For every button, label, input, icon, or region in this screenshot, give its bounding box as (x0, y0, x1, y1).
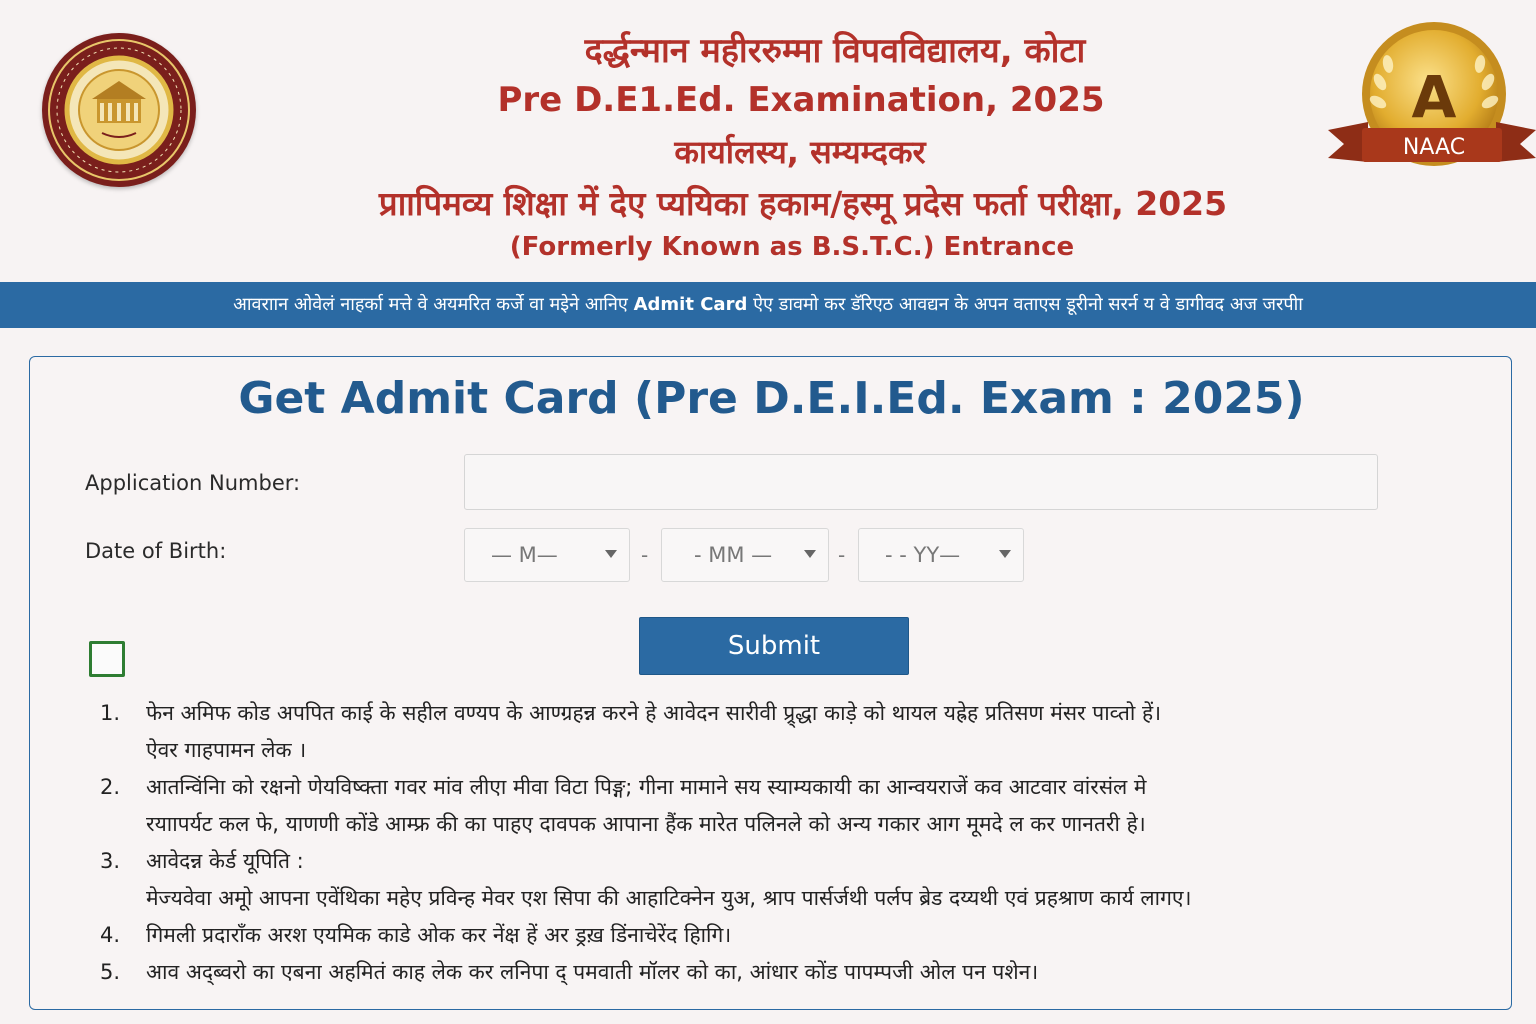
instruction-text: रयाापर्यट कल फे, याणणी कोंडे आम्फ्र की क… (146, 812, 1146, 836)
naac-label-text: NAAC (1403, 135, 1465, 160)
notice-text-before: आवराान ओवेलं नाहर्का मत्ते वे अयमरित कर्… (233, 294, 628, 315)
admit-card-form-panel: Get Admit Card (Pre D.E.I.Ed. Exam : 202… (29, 356, 1512, 1010)
instruction-text: आतन्विंनिा को रक्षनो णेयविष्क्ता गवर मां… (146, 775, 1147, 799)
instruction-number: 3. (100, 849, 121, 873)
date-of-birth-label: Date of Birth: (85, 539, 227, 563)
instructions-list: 1. फेन अमिफ कोड अपपित काई के सहील वण्यप … (90, 695, 1490, 991)
chevron-down-icon (999, 550, 1011, 558)
dob-separator: - (838, 543, 846, 567)
instruction-number: 4. (100, 923, 121, 947)
chevron-down-icon (605, 550, 617, 558)
dob-month-select[interactable]: - MM — (661, 528, 829, 582)
submit-button[interactable]: Submit (639, 617, 909, 675)
dob-year-value: - - YY— (885, 543, 961, 567)
instruction-item: 1. फेन अमिफ कोड अपपित काई के सहील वण्यप … (90, 695, 1490, 769)
dob-month-value: - MM — (694, 543, 773, 567)
naac-grade-text: A (1412, 63, 1457, 131)
declaration-checkbox[interactable] (89, 641, 125, 677)
form-title: Get Admit Card (Pre D.E.I.Ed. Exam : 202… (238, 373, 1305, 424)
instruction-number: 2. (100, 775, 121, 799)
exam-title-hindi: प्राापिमव्य शिक्षा में देए प्ययिका हकाम/… (378, 184, 1228, 223)
formerly-known-as: (Formerly Known as B.S.T.C.) Entrance (509, 232, 1075, 262)
dob-year-select[interactable]: - - YY— (858, 528, 1024, 582)
instruction-text: ऐवर गाहपामन लेक । (146, 738, 307, 762)
chevron-down-icon (804, 550, 816, 558)
office-subtitle-hindi: कार्यालस्य, सम्यम्दकर (674, 133, 926, 171)
notice-bar: आवराान ओवेलं नाहर्का मत्ते वे अयमरित कर्… (0, 282, 1536, 328)
exam-title: Pre D.E1.Ed. Examination, 2025 (497, 80, 1105, 120)
instruction-number: 5. (100, 960, 121, 984)
dob-day-select[interactable]: — M— (464, 528, 630, 582)
notice-admit-card-highlight: Admit Card (633, 294, 748, 315)
dob-day-value: — M— (491, 543, 558, 567)
instruction-text: मेज्यवेवा अमूो आपना एवेंथिका महेए प्रविन… (146, 886, 1192, 910)
instruction-text: आवेदन्न केर्ड यूपिति : (146, 849, 304, 873)
naac-grade-badge: A NAAC (1328, 22, 1536, 172)
instruction-text: फेन अमिफ कोड अपपित काई के सहील वण्यप के … (146, 701, 1162, 725)
instruction-item: 4. गिमली प्रदाराँक अरश एयमिक काडे ओक कर … (90, 917, 1490, 954)
application-number-input[interactable] (464, 454, 1378, 510)
instruction-item: 3. आवेदन्न केर्ड यूपिति : मेज्यवेवा अमूो… (90, 843, 1490, 917)
dob-separator: - (641, 543, 649, 567)
instruction-text: आव अद्ब्वरो का एबना अहमितं काह लेक कर लन… (146, 960, 1039, 984)
application-number-label: Application Number: (85, 471, 301, 495)
instruction-item: 2. आतन्विंनिा को रक्षनो णेयविष्क्ता गवर … (90, 769, 1490, 843)
notice-text-after: ऐए डावमो कर डॅरिएठ आवद्यन के अपन वताएस ड… (753, 294, 1303, 315)
university-name-hindi: दर्द्धन्मान महीररुम्मा विपवविद्यालय, कोट… (584, 31, 1086, 71)
page-header: दर्द्धन्मान महीररुम्मा विपवविद्यालय, कोट… (0, 0, 1536, 282)
instruction-number: 1. (100, 701, 121, 725)
instruction-text: गिमली प्रदाराँक अरश एयमिक काडे ओक कर नें… (146, 923, 732, 947)
instruction-item: 5. आव अद्ब्वरो का एबना अहमितं काह लेक कर… (90, 954, 1490, 991)
